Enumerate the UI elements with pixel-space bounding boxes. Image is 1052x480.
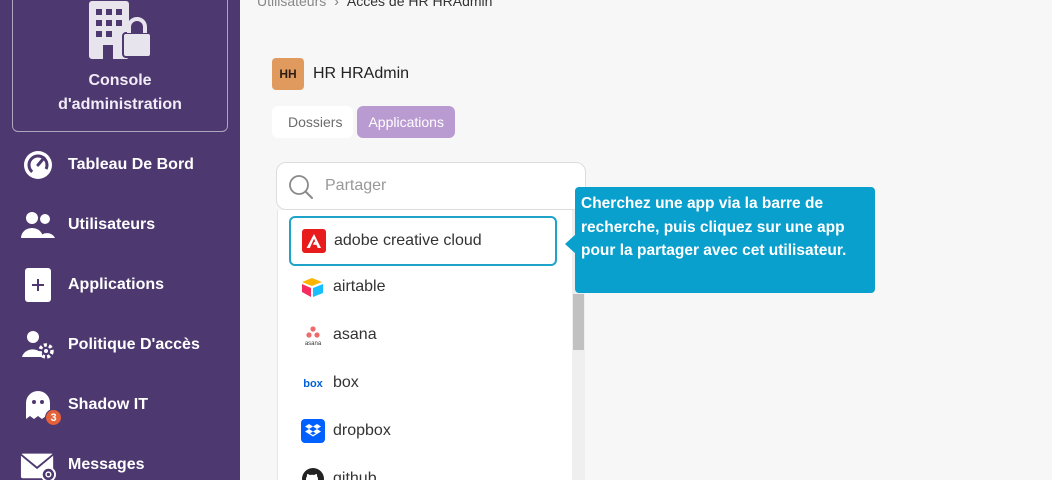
app-name: asana [333,326,377,343]
list-item-box[interactable]: box box [290,360,558,406]
users-icon [20,207,56,243]
tab-bar: Dossiers Applications [272,106,455,138]
asana-logo-icon: asana [301,323,325,347]
app-name: adobe creative cloud [334,232,482,249]
search-input[interactable] [325,171,575,201]
scrollbar-thumb[interactable] [573,294,584,350]
sidebar-item-shadow-it[interactable]: 3 Shadow IT [0,383,240,427]
list-item-dropbox[interactable]: dropbox [290,408,558,454]
search-box [276,162,586,210]
breadcrumb: Utilisateurs › Accès de HR HRAdmin [257,0,492,9]
gauge-icon [20,147,56,183]
user-gear-icon [20,327,56,363]
user-header: HH HR HRAdmin [272,58,409,90]
box-logo-icon: box [301,371,325,395]
list-item-github[interactable]: github [290,456,558,480]
breadcrumb-parent-link[interactable]: Utilisateurs [257,0,326,9]
sidebar-item-messages[interactable]: Messages [0,443,240,480]
sidebar-item-label: Utilisateurs [68,216,156,233]
console-title-line2: d'administration [58,96,182,113]
sidebar-item-users[interactable]: Utilisateurs [0,203,240,247]
tab-applications[interactable]: Applications [357,106,455,138]
github-logo-icon [301,467,325,480]
notification-badge: 3 [45,409,62,426]
dropbox-logo-icon [301,419,325,443]
sidebar: Console d'administration Tableau De Bord… [0,0,240,480]
sidebar-item-dashboard[interactable]: Tableau De Bord [0,143,240,187]
breadcrumb-separator: › [334,0,339,9]
user-name: HR HRAdmin [313,65,410,82]
breadcrumb-current: Accès de HR HRAdmin [346,0,493,9]
sidebar-item-label: Politique D'accès [68,336,200,353]
app-name: dropbox [333,422,391,439]
building-lock-icon [89,1,152,59]
console-title-line1: Console [88,72,152,89]
sidebar-item-label: Messages [68,456,145,473]
tab-folders[interactable]: Dossiers [272,106,354,138]
asana-logo-text: asana [305,341,322,347]
console-title: Console d'administration [13,69,227,117]
envelope-icon [20,447,56,480]
app-list: adobe creative cloud airtable asana asan… [277,210,585,480]
app-name: github [333,470,377,480]
sidebar-item-applications[interactable]: Applications [0,263,240,307]
list-item-adobe[interactable]: adobe creative cloud [289,216,557,266]
sidebar-item-access-policy[interactable]: Politique D'accès [0,323,240,367]
plus-icon [20,267,56,303]
app-name: box [333,374,359,391]
onboarding-tooltip: Cherchez une app via la barre de recherc… [575,187,875,293]
airtable-logo-icon [301,275,325,299]
sidebar-item-label: Tableau De Bord [68,156,194,173]
app-name: airtable [333,278,386,295]
list-item-airtable[interactable]: airtable [290,264,558,310]
sidebar-item-label: Applications [68,276,165,293]
list-item-asana[interactable]: asana asana [290,312,558,358]
admin-console-card[interactable]: Console d'administration [12,0,228,132]
adobe-logo-icon [302,229,326,253]
search-icon [289,175,313,199]
avatar: HH [272,58,304,90]
sidebar-item-label: Shadow IT [68,396,148,413]
box-logo-text: box [303,378,323,390]
